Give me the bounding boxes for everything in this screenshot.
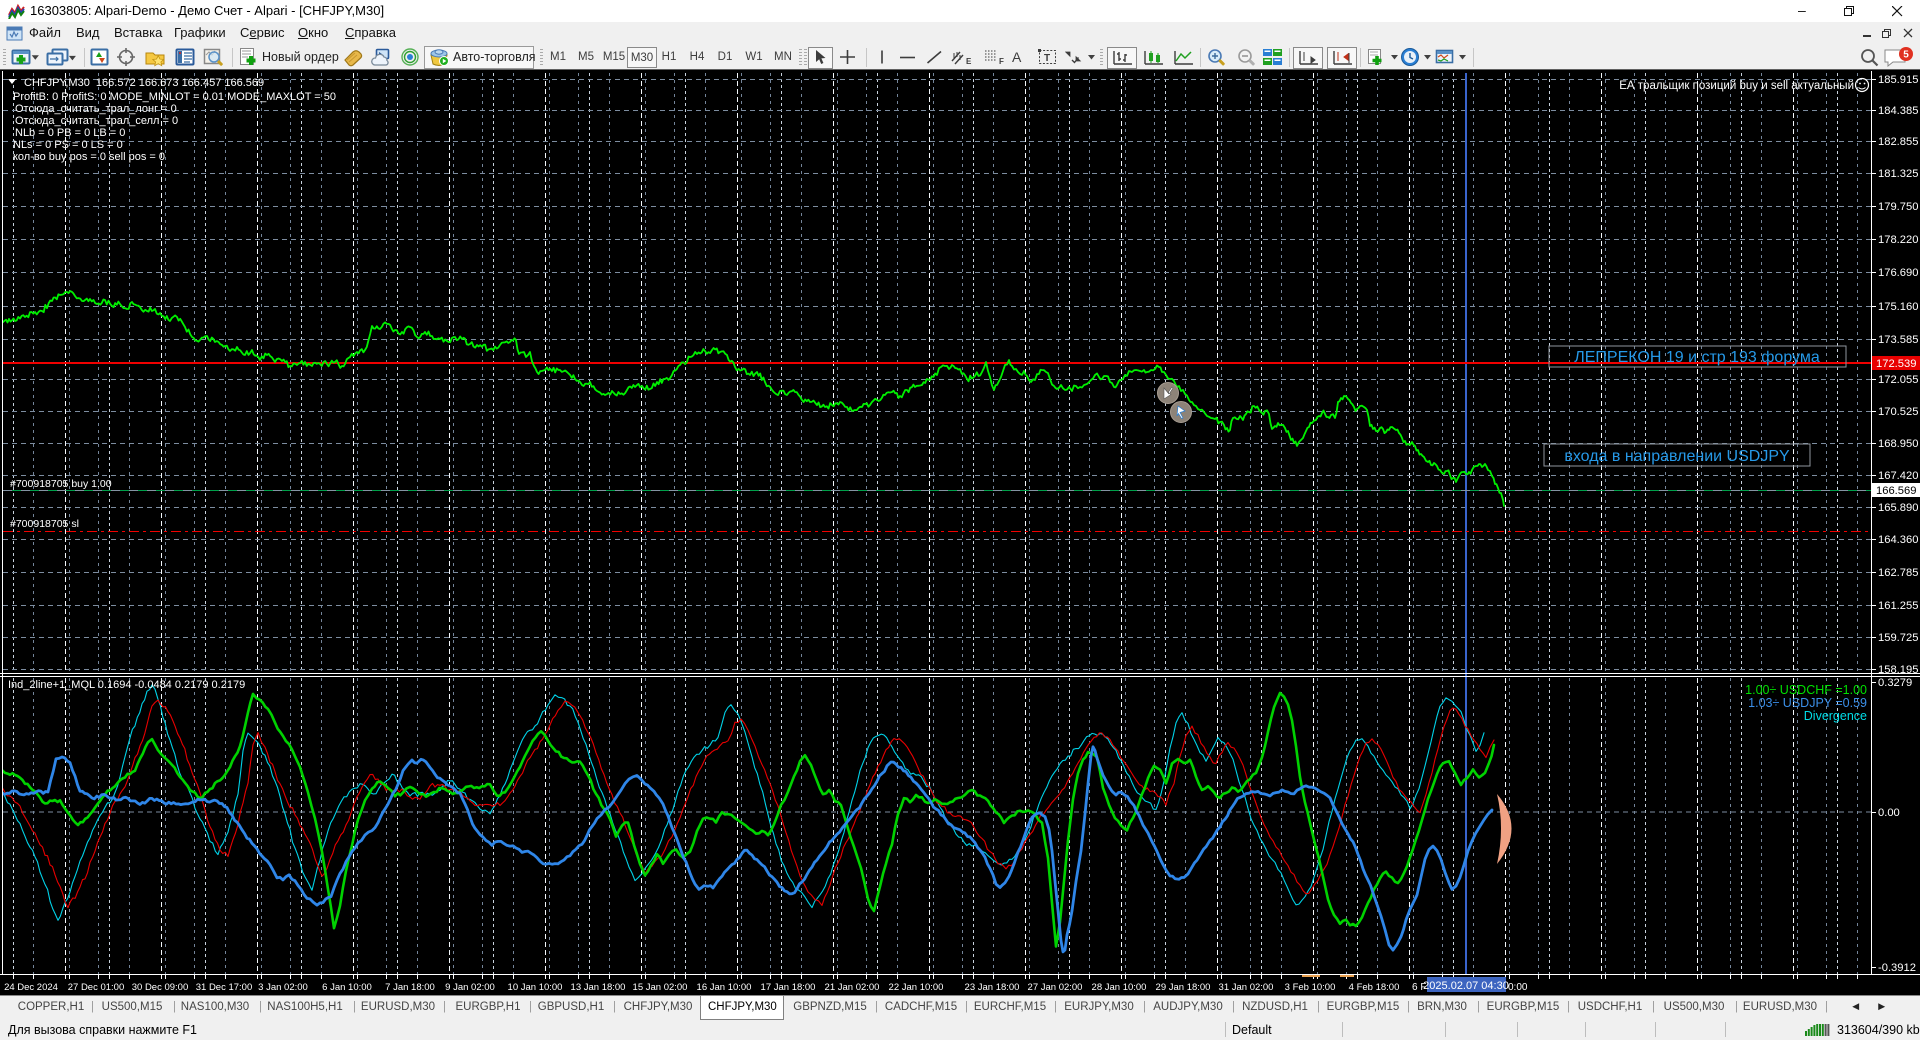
svg-text:181.325: 181.325 <box>1878 168 1918 180</box>
svg-text:178.220: 178.220 <box>1878 234 1918 246</box>
svg-text:158.195: 158.195 <box>1878 664 1918 676</box>
svg-text:ProfitB: 0 ProfitS: 0 MODE_MIN: ProfitB: 0 ProfitS: 0 MODE_MINLOT = 0.01… <box>13 91 336 103</box>
svg-text:T: T <box>1044 53 1050 64</box>
svg-text:172.539: 172.539 <box>1876 358 1916 370</box>
svg-text:0:00: 0:00 <box>1508 982 1528 993</box>
svg-text:27 Dec 01:00: 27 Dec 01:00 <box>68 982 125 993</box>
svg-text:кол-во buy pos = 0 sell pos =: кол-во buy pos = 0 sell pos = 0 <box>13 151 165 163</box>
svg-text:3 Jan 02:00: 3 Jan 02:00 <box>258 982 308 993</box>
svg-text:167.420: 167.420 <box>1878 470 1918 482</box>
svg-text:ЛЕПРЕКОН 19 и стр 193 форума: ЛЕПРЕКОН 19 и стр 193 форума <box>1574 349 1820 366</box>
svg-text:173.585: 173.585 <box>1878 334 1918 346</box>
svg-text:Отсюда_считать_трал_селл = 0: Отсюда_считать_трал_селл = 0 <box>15 115 178 127</box>
svg-text:NLb = 0 PB = 0 LB = 0: NLb = 0 PB = 0 LB = 0 <box>15 127 125 139</box>
svg-text:24 Dec 2024: 24 Dec 2024 <box>4 982 58 993</box>
svg-text:CHFJPY,M30 166.572 166.673 16: CHFJPY,M30 166.572 166.673 166.457 166.5… <box>24 77 264 89</box>
svg-text:170.525: 170.525 <box>1878 406 1918 418</box>
svg-text:175.160: 175.160 <box>1878 301 1918 313</box>
svg-text:30 Dec 09:00: 30 Dec 09:00 <box>132 982 189 993</box>
svg-text:13 Jan 18:00: 13 Jan 18:00 <box>571 982 626 993</box>
svg-text:172.055: 172.055 <box>1878 374 1918 386</box>
svg-text:#700918705 sl: #700918705 sl <box>10 518 79 530</box>
svg-text:#700918705 buy 1.00: #700918705 buy 1.00 <box>10 478 112 490</box>
svg-text:ЕА тральщик позиций buy и sell: ЕА тральщик позиций buy и sell актуальны… <box>1619 80 1854 92</box>
svg-text:162.785: 162.785 <box>1878 567 1918 579</box>
svg-text:166.569: 166.569 <box>1876 485 1916 497</box>
svg-text:4 Feb 18:00: 4 Feb 18:00 <box>1349 982 1400 993</box>
svg-text:31 Jan 02:00: 31 Jan 02:00 <box>1219 982 1274 993</box>
svg-text:176.690: 176.690 <box>1878 267 1918 279</box>
svg-text:23 Jan 18:00: 23 Jan 18:00 <box>965 982 1020 993</box>
svg-text:10 Jan 10:00: 10 Jan 10:00 <box>508 982 563 993</box>
svg-text:F: F <box>999 57 1004 66</box>
svg-text:31 Dec 17:00: 31 Dec 17:00 <box>196 982 253 993</box>
svg-text:1.03÷ USDJPY =0.59: 1.03÷ USDJPY =0.59 <box>1748 696 1867 710</box>
svg-text:165.890: 165.890 <box>1878 502 1918 514</box>
svg-text:Ind_2line+1_MQL 0.1694 -0.0484: Ind_2line+1_MQL 0.1694 -0.0484 0.2179 0.… <box>8 679 245 691</box>
svg-text:-0.3912: -0.3912 <box>1878 962 1916 974</box>
svg-text:168.950: 168.950 <box>1878 438 1918 450</box>
svg-text:185.915: 185.915 <box>1878 74 1918 86</box>
svg-text:161.255: 161.255 <box>1878 600 1918 612</box>
svg-text:E: E <box>966 57 972 66</box>
svg-text:5: 5 <box>1903 50 1909 61</box>
svg-text:NLs = 0 PS = 0 LS = 0: NLs = 0 PS = 0 LS = 0 <box>13 139 123 151</box>
svg-text:7 Jan 18:00: 7 Jan 18:00 <box>385 982 435 993</box>
svg-text:29 Jan 18:00: 29 Jan 18:00 <box>1156 982 1211 993</box>
svg-text:164.360: 164.360 <box>1878 534 1918 546</box>
svg-text:6 Jan 10:00: 6 Jan 10:00 <box>322 982 372 993</box>
svg-text:179.750: 179.750 <box>1878 201 1918 213</box>
svg-text:21 Jan 02:00: 21 Jan 02:00 <box>825 982 880 993</box>
svg-text:1.00÷ USDCHF =1.00: 1.00÷ USDCHF =1.00 <box>1745 683 1867 697</box>
svg-text:Отсюда_считать_трал_лонг = 0: Отсюда_считать_трал_лонг = 0 <box>15 103 177 115</box>
svg-text:17 Jan 18:00: 17 Jan 18:00 <box>761 982 816 993</box>
svg-text:27 Jan 02:00: 27 Jan 02:00 <box>1028 982 1083 993</box>
svg-text:22 Jan 10:00: 22 Jan 10:00 <box>889 982 944 993</box>
svg-text:9 Jan 02:00: 9 Jan 02:00 <box>445 982 495 993</box>
svg-text:3 Feb 10:00: 3 Feb 10:00 <box>1285 982 1336 993</box>
svg-text:входа в направлении USDJPY: входа в направлении USDJPY <box>1564 448 1790 465</box>
svg-text:15 Jan 02:00: 15 Jan 02:00 <box>633 982 688 993</box>
svg-text:159.725: 159.725 <box>1878 632 1918 644</box>
svg-text:Divergence: Divergence <box>1804 709 1867 723</box>
svg-text:0.00: 0.00 <box>1878 807 1900 819</box>
svg-text:16 Jan 10:00: 16 Jan 10:00 <box>697 982 752 993</box>
svg-text:2025.02.07 04:30: 2025.02.07 04:30 <box>1423 980 1509 992</box>
svg-text:182.855: 182.855 <box>1878 136 1918 148</box>
svg-text:184.385: 184.385 <box>1878 105 1918 117</box>
svg-text:28 Jan 10:00: 28 Jan 10:00 <box>1092 982 1147 993</box>
svg-text:0.3279: 0.3279 <box>1878 677 1912 689</box>
